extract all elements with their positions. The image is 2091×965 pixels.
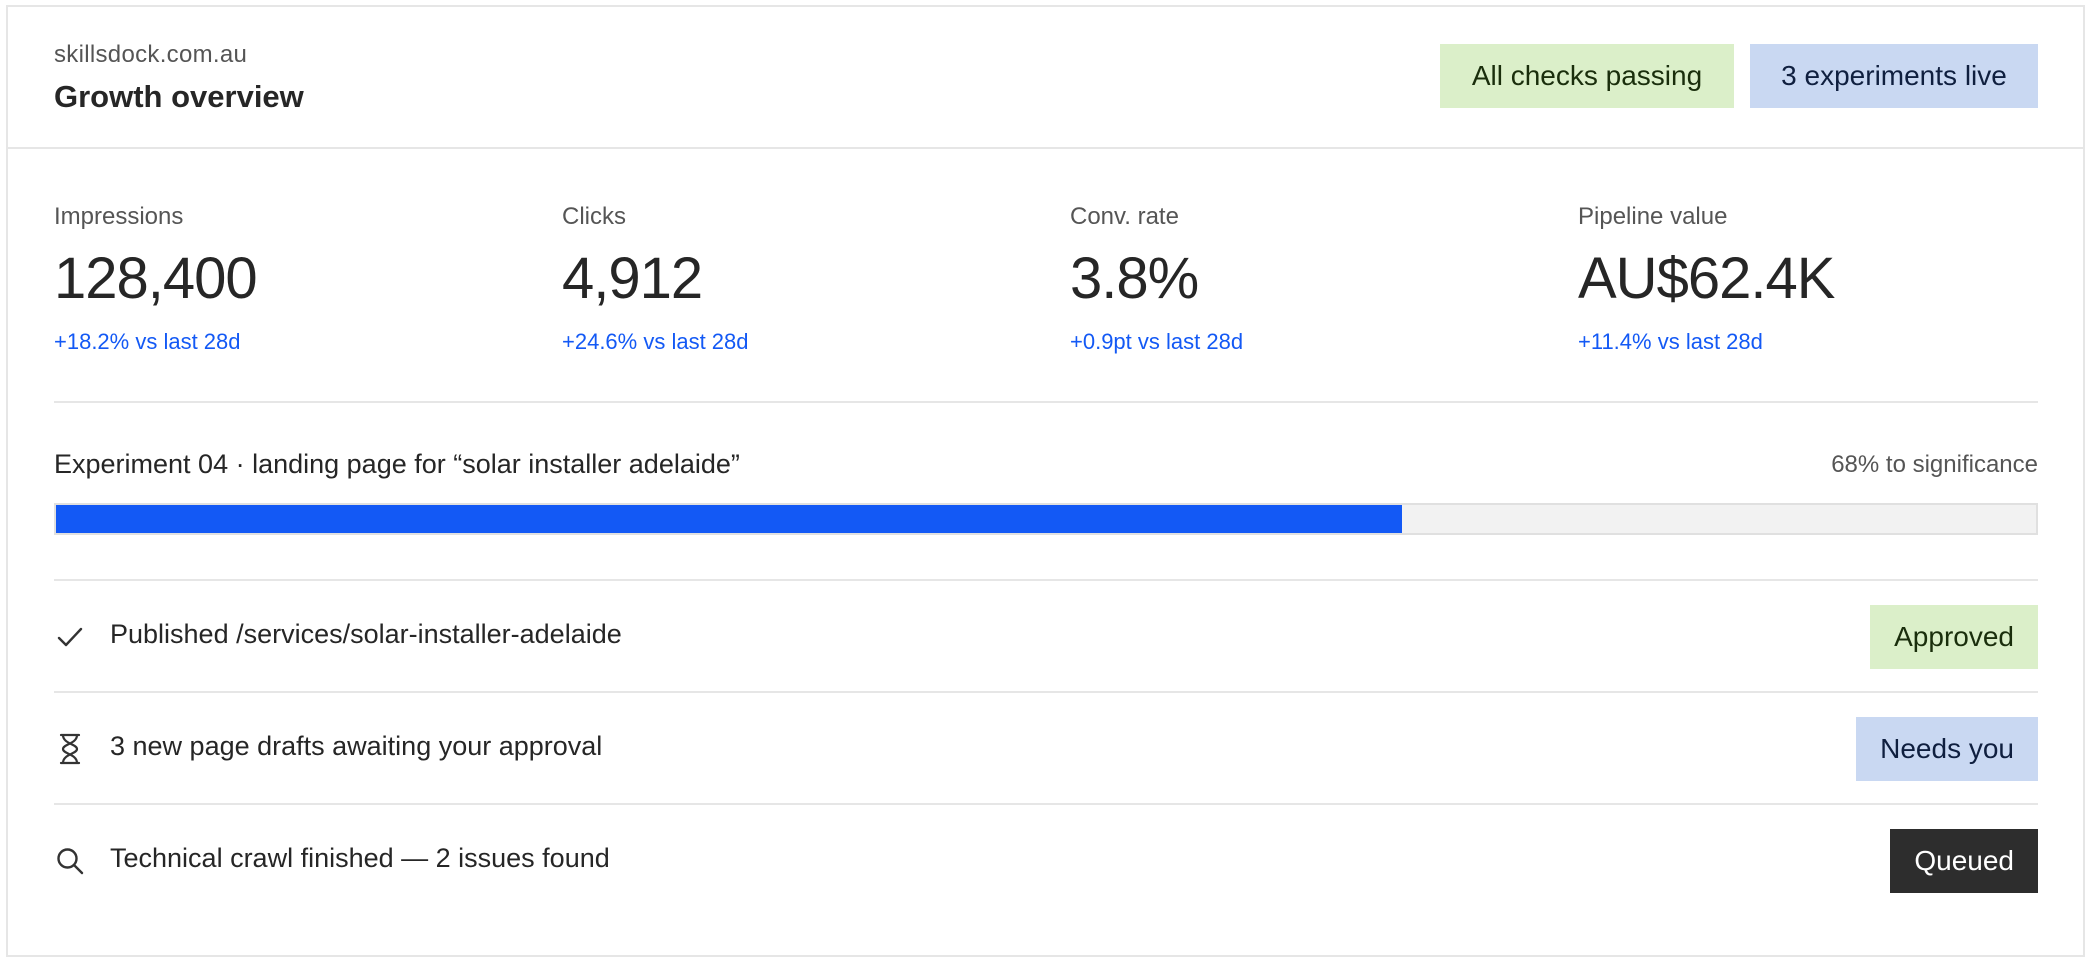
metric-label: Conv. rate [1070, 203, 1179, 230]
metric-delta: +18.2% vs last 28d [54, 329, 241, 354]
metric-delta: +11.4% vs last 28d [1578, 329, 1763, 354]
page-title: Growth overview [54, 79, 304, 114]
experiment-title: Experiment 04 · landing page for “solar … [54, 449, 740, 479]
hourglass-icon [54, 729, 86, 769]
metric-value: 128,400 [54, 246, 258, 311]
metric-delta: +24.6% vs last 28d [562, 329, 749, 354]
metric-label: Impressions [54, 203, 184, 230]
metric-delta: +0.9pt vs last 28d [1070, 329, 1244, 354]
experiment-progress-fill [56, 505, 1403, 533]
search-icon [54, 841, 86, 881]
activity-text: Published /services/solar-installer-adel… [110, 619, 622, 649]
checks-status-pill[interactable]: All checks passing [1440, 44, 1734, 108]
significance-label: 68% to significance [1831, 451, 2038, 478]
metric-label: Clicks [562, 203, 626, 230]
approved-badge[interactable]: Approved [1870, 605, 2038, 669]
activity-row-published[interactable]: Published /services/solar-installer-adel… [54, 581, 2038, 693]
activity-text: 3 new page drafts awaiting your approval [110, 731, 603, 761]
experiment-progress-section: Experiment 04 · landing page for “solar … [54, 403, 2038, 581]
needs-you-badge[interactable]: Needs you [1856, 717, 2038, 781]
metric-value: 3.8% [1070, 246, 1199, 311]
activity-row-drafts[interactable]: 3 new page drafts awaiting your approval… [54, 693, 2038, 805]
card-header: skillsdock.com.au Growth overview All ch… [8, 7, 2083, 149]
activity-row-crawl[interactable]: Technical crawl finished — 2 issues foun… [54, 805, 2038, 917]
site-domain: skillsdock.com.au [54, 41, 248, 68]
metrics-row: Impressions 128,400 +18.2% vs last 28d C… [54, 149, 2038, 403]
check-icon [54, 617, 86, 657]
queued-badge[interactable]: Queued [1890, 829, 2038, 893]
growth-overview-card: skillsdock.com.au Growth overview All ch… [6, 5, 2085, 957]
activity-text: Technical crawl finished — 2 issues foun… [110, 843, 610, 873]
metric-value: AU$62.4K [1578, 246, 1835, 311]
metric-label: Pipeline value [1578, 203, 1728, 230]
experiments-live-pill[interactable]: 3 experiments live [1750, 44, 2038, 108]
experiment-progress-bar [54, 503, 2038, 535]
metric-value: 4,912 [562, 246, 703, 311]
